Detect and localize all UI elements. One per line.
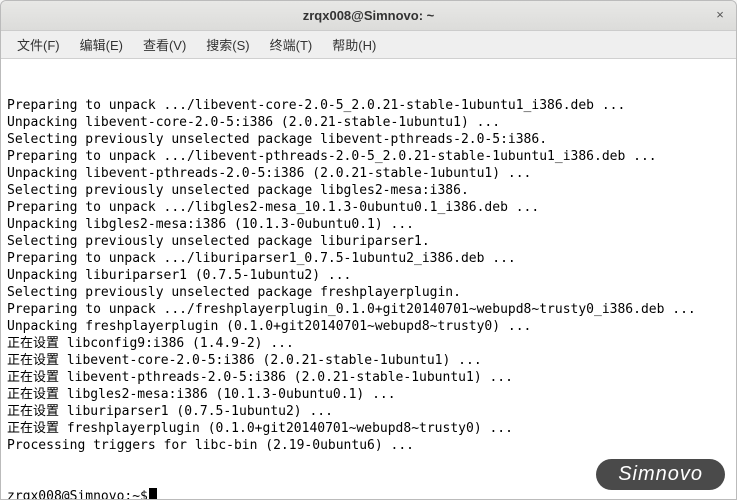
- terminal-line: Selecting previously unselected package …: [7, 131, 730, 148]
- terminal-line: 正在设置 liburiparser1 (0.7.5-1ubuntu2) ...: [7, 403, 730, 420]
- titlebar: zrqx008@Simnovo: ~ ×: [1, 1, 736, 31]
- window-title: zrqx008@Simnovo: ~: [303, 8, 435, 23]
- terminal-line: Unpacking freshplayerplugin (0.1.0+git20…: [7, 318, 730, 335]
- menu-search[interactable]: 搜索(S): [196, 31, 259, 58]
- menu-help[interactable]: 帮助(H): [322, 31, 386, 58]
- terminal-line: 正在设置 libevent-pthreads-2.0-5:i386 (2.0.2…: [7, 369, 730, 386]
- menubar: 文件(F) 编辑(E) 查看(V) 搜索(S) 终端(T) 帮助(H): [1, 31, 736, 59]
- watermark-badge: Simnovo: [596, 459, 725, 490]
- terminal-line: 正在设置 libgles2-mesa:i386 (10.1.3-0ubuntu0…: [7, 386, 730, 403]
- close-icon[interactable]: ×: [712, 8, 728, 24]
- terminal-line: Unpacking libgles2-mesa:i386 (10.1.3-0ub…: [7, 216, 730, 233]
- menu-edit[interactable]: 编辑(E): [70, 31, 133, 58]
- shell-prompt: zrqx008@Simnovo:~$: [7, 488, 148, 499]
- terminal-window: zrqx008@Simnovo: ~ × 文件(F) 编辑(E) 查看(V) 搜…: [0, 0, 737, 500]
- terminal-line: Unpacking liburiparser1 (0.7.5-1ubuntu2)…: [7, 267, 730, 284]
- terminal-line: Preparing to unpack .../libgles2-mesa_10…: [7, 199, 730, 216]
- terminal-line: Preparing to unpack .../freshplayerplugi…: [7, 301, 730, 318]
- terminal-output[interactable]: Preparing to unpack .../libevent-core-2.…: [1, 59, 736, 499]
- menu-view[interactable]: 查看(V): [133, 31, 196, 58]
- menu-file[interactable]: 文件(F): [7, 31, 70, 58]
- terminal-line: Unpacking libevent-core-2.0-5:i386 (2.0.…: [7, 114, 730, 131]
- terminal-line: Unpacking libevent-pthreads-2.0-5:i386 (…: [7, 165, 730, 182]
- terminal-line: Selecting previously unselected package …: [7, 284, 730, 301]
- terminal-line: Selecting previously unselected package …: [7, 182, 730, 199]
- terminal-line: 正在设置 libevent-core-2.0-5:i386 (2.0.21-st…: [7, 352, 730, 369]
- terminal-line: 正在设置 freshplayerplugin (0.1.0+git2014070…: [7, 420, 730, 437]
- cursor-icon: [149, 488, 157, 499]
- terminal-line: Preparing to unpack .../libevent-pthread…: [7, 148, 730, 165]
- terminal-line: Preparing to unpack .../liburiparser1_0.…: [7, 250, 730, 267]
- terminal-line: Preparing to unpack .../libevent-core-2.…: [7, 97, 730, 114]
- terminal-line: Processing triggers for libc-bin (2.19-0…: [7, 437, 730, 454]
- terminal-line: 正在设置 libconfig9:i386 (1.4.9-2) ...: [7, 335, 730, 352]
- menu-terminal[interactable]: 终端(T): [260, 31, 323, 58]
- terminal-line: Selecting previously unselected package …: [7, 233, 730, 250]
